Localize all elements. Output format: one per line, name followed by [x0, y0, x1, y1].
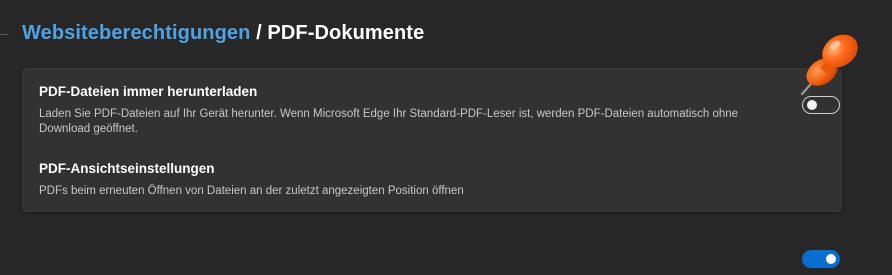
setting-description: Laden Sie PDF-Dateien auf Ihr Gerät heru… [39, 108, 739, 135]
breadcrumb-current: PDF-Dokumente [267, 22, 425, 44]
sidebar-edge-divider [0, 34, 8, 35]
pushpin-icon [800, 34, 858, 96]
setting-title: PDF-Ansichtseinstellungen [39, 161, 215, 176]
setting-pdf-view-settings: PDF-Ansichtseinstellungen PDFs beim erne… [39, 160, 840, 268]
page-title: Websiteberechtigungen / PDF-Dokumente [22, 22, 424, 45]
setting-always-download-pdf: PDF-Dateien immer herunterladen Laden Si… [39, 83, 840, 137]
toggle-knob [826, 254, 836, 264]
settings-page: Websiteberechtigungen / PDF-Dokumente PD… [0, 0, 892, 275]
breadcrumb-separator: / [250, 22, 268, 44]
breadcrumb-link-site-permissions[interactable]: Websiteberechtigungen [22, 22, 250, 44]
settings-card: PDF-Dateien immer herunterladen Laden Si… [22, 68, 842, 268]
pdf-view-settings-toggle[interactable] [802, 250, 840, 268]
setting-description: PDFs beim erneuten Öffnen von Dateien an… [39, 185, 464, 197]
setting-title: PDF-Dateien immer herunterladen [39, 84, 258, 99]
